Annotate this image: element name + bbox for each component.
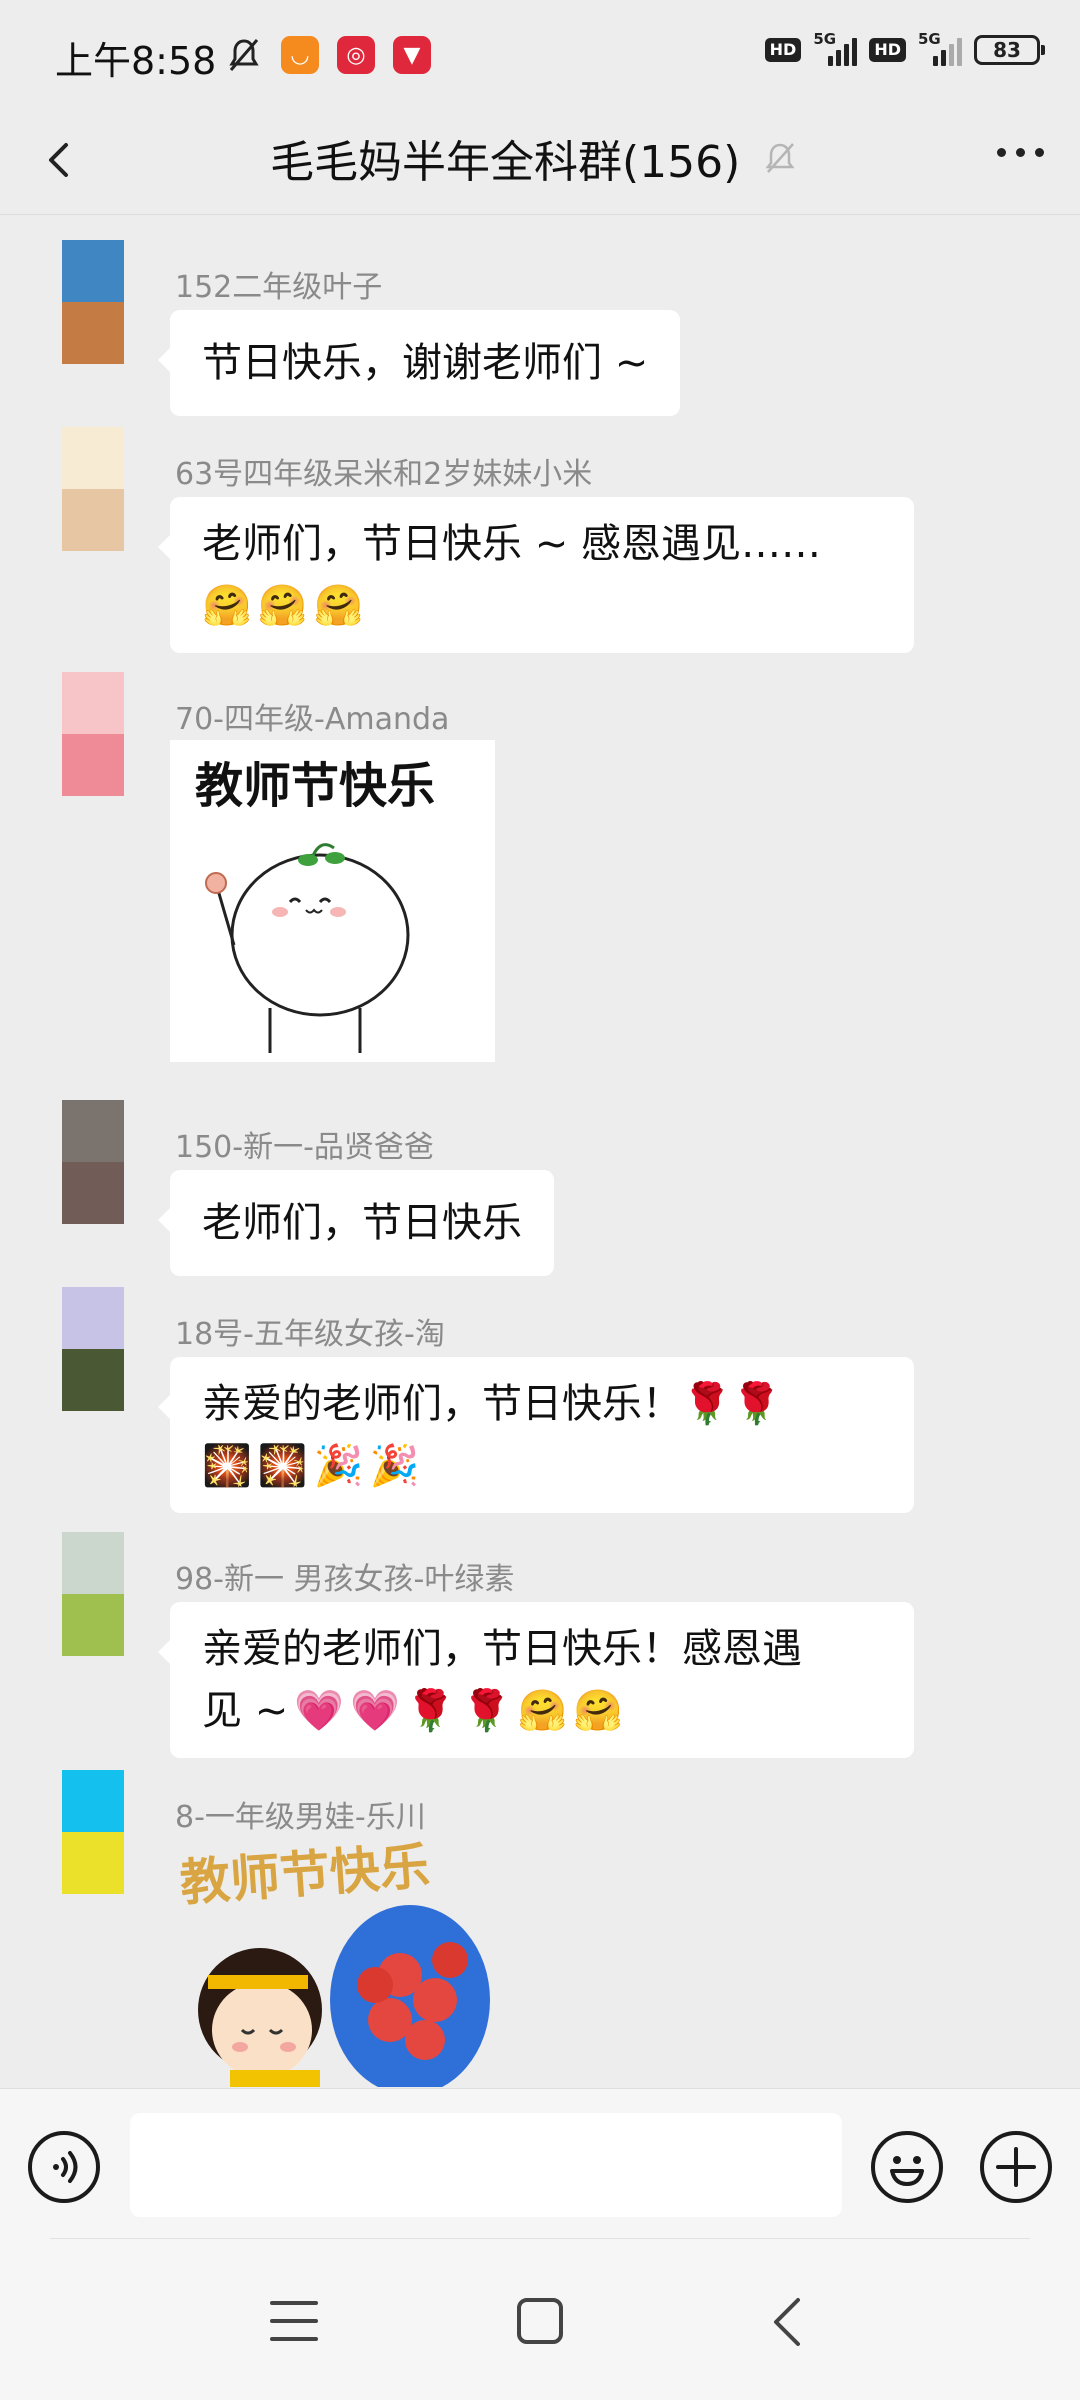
emoji: 🎉 — [369, 1443, 420, 1489]
sender-name: 150-新一-品贤爸爸 — [175, 1130, 434, 1165]
avatar[interactable] — [62, 1287, 124, 1411]
message-text-line2: 见 ~ — [202, 1688, 289, 1734]
signal-icon-1: 5G — [813, 30, 858, 66]
net-type-1: 5G — [813, 30, 837, 48]
avatar[interactable] — [62, 1100, 124, 1224]
menu-icon[interactable] — [270, 2301, 318, 2355]
sticker-caption: 教师节快乐 — [195, 758, 435, 814]
chevron-left-icon[interactable] — [36, 135, 86, 185]
message-bubble[interactable]: 亲爱的老师们，节日快乐！🌹🌹 🎇 🎇 🎉 🎉 — [158, 1357, 914, 1513]
plus-icon[interactable] — [980, 2131, 1052, 2203]
status-right: HD 5G HD 5G 83 — [764, 30, 1045, 66]
sender-name: 63号四年级呆米和2岁妹妹小米 — [175, 457, 593, 492]
chat-header: 毛毛妈半年全科群(156) — [0, 110, 1080, 215]
avatar[interactable] — [62, 1770, 124, 1894]
divider — [50, 2238, 1030, 2239]
app-icon-orange: ◡ — [281, 36, 319, 74]
home-icon[interactable] — [517, 2298, 563, 2344]
message-bubble[interactable]: 老师们，节日快乐 ~ 感恩遇见…… 🤗 🤗 🤗 — [158, 497, 914, 653]
status-time: 上午8:58 — [55, 39, 217, 83]
sender-name: 18号-五年级女孩-淘 — [175, 1317, 445, 1352]
emoji: 🤗 — [202, 583, 252, 629]
voice-icon[interactable] — [28, 2131, 100, 2203]
emoji: 💗 — [294, 1688, 345, 1734]
app-icon-target: ◎ — [337, 36, 375, 74]
chat-title-wrap: 毛毛妈半年全科群(156) — [270, 126, 800, 190]
emoji: 🌹 — [461, 1688, 512, 1734]
status-bar: 上午8:58 ◡ ◎ ▼ HD 5G HD 5G 83 — [0, 0, 1080, 110]
emoji: 🤗 — [517, 1688, 568, 1734]
emoji: 🌹 — [405, 1688, 456, 1734]
emoji: 🤗 — [257, 583, 308, 629]
emoji-row: 🤗 🤗 🤗 — [202, 575, 882, 637]
message-bubble[interactable]: 节日快乐，谢谢老师们 ~ — [157, 310, 681, 416]
emoji-row: 见 ~ 💗 💗 🌹 🌹 🤗 🤗 — [202, 1680, 882, 1742]
emoji: 🎉 — [313, 1443, 364, 1489]
system-nav-bar — [0, 2238, 1080, 2400]
hd-badge-2: HD — [869, 38, 906, 62]
back-icon[interactable] — [768, 2294, 808, 2350]
emoji: 🤗 — [313, 583, 364, 629]
message-text: 节日快乐，谢谢老师们 ~ — [202, 340, 649, 386]
message-text: 亲爱的老师们，节日快乐！🌹🌹 — [202, 1381, 782, 1427]
input-bar — [0, 2088, 1080, 2238]
emoji-row: 🎇 🎇 🎉 🎉 — [202, 1435, 882, 1497]
sticker-image[interactable]: 教师节快乐 — [170, 740, 495, 1062]
emoji: 💗 — [350, 1688, 400, 1734]
message-bubble[interactable]: 亲爱的老师们，节日快乐！感恩遇 见 ~ 💗 💗 🌹 🌹 🤗 🤗 — [158, 1602, 914, 1758]
hd-badge-1: HD — [764, 38, 802, 62]
app-icon-red: ▼ — [393, 36, 431, 74]
sender-name: 98-新一 男孩女孩-叶绿素 — [175, 1562, 515, 1597]
avatar[interactable] — [62, 240, 124, 364]
message-text: 老师们，节日快乐 ~ 感恩遇见…… — [202, 521, 821, 567]
avatar[interactable] — [62, 427, 124, 551]
net-type-2: 5G — [918, 30, 941, 48]
sticker-image[interactable]: 教师节快乐 — [170, 1825, 500, 2087]
more-dots-icon[interactable] — [997, 148, 1044, 157]
message-text: 老师们，节日快乐 — [202, 1200, 522, 1246]
sender-name: 152二年级叶子 — [175, 270, 383, 305]
status-app-icons: ◡ ◎ ▼ — [225, 36, 431, 74]
sticker-caption: 教师节快乐 — [178, 1836, 432, 1912]
message-input[interactable] — [130, 2113, 842, 2217]
chat-title[interactable]: 毛毛妈半年全科群(156) — [270, 126, 740, 190]
avatar[interactable] — [62, 1532, 124, 1656]
signal-icon-2: 5G — [918, 30, 962, 66]
battery-indicator: 83 — [974, 35, 1045, 65]
emoji: 🎇 — [257, 1443, 308, 1489]
bell-muted-icon — [229, 39, 259, 71]
emoji: 🤗 — [573, 1688, 624, 1734]
message-text: 亲爱的老师们，节日快乐！感恩遇 — [202, 1626, 802, 1672]
smile-icon[interactable] — [871, 2131, 943, 2203]
sender-name: 70-四年级-Amanda — [175, 702, 450, 737]
avatar[interactable] — [62, 672, 124, 796]
message-bubble[interactable]: 老师们，节日快乐 — [158, 1170, 554, 1276]
bell-muted-icon — [765, 143, 795, 173]
emoji: 🎇 — [202, 1443, 252, 1489]
